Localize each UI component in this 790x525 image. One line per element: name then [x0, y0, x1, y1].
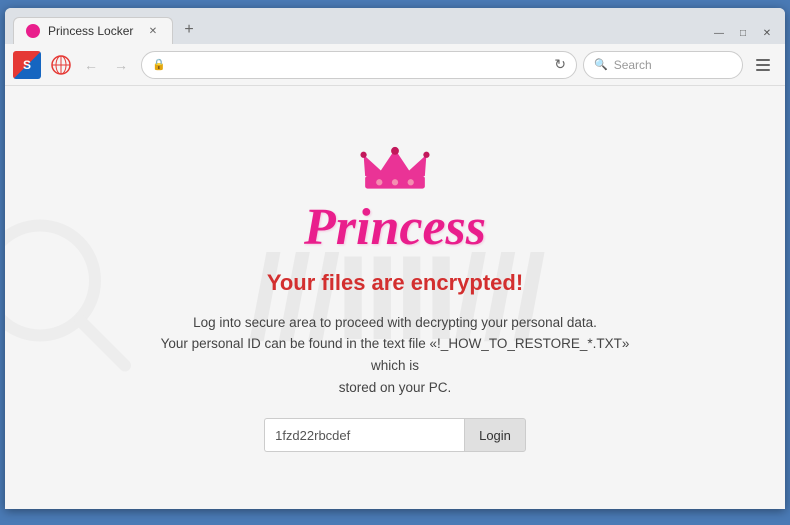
tab-title: Princess Locker	[48, 24, 133, 38]
browser-window: Princess Locker ✕ + — □ ✕ S ← →	[5, 8, 785, 509]
description-text: Log into secure area to proceed with dec…	[155, 312, 635, 398]
description-line3: stored on your PC.	[339, 380, 452, 395]
login-button[interactable]: Login	[464, 418, 526, 452]
logo-area: Princess	[155, 143, 635, 254]
tab-favicon	[26, 24, 40, 38]
window-controls: — □ ✕	[709, 26, 777, 40]
crown-icon	[355, 143, 435, 198]
globe-icon	[47, 51, 75, 79]
minimize-button[interactable]: —	[709, 26, 729, 40]
tab-close-button[interactable]: ✕	[146, 24, 160, 38]
browser-tab[interactable]: Princess Locker ✕	[13, 17, 173, 44]
menu-button[interactable]	[749, 51, 777, 79]
search-bar[interactable]: 🔍 Search	[583, 51, 743, 79]
nav-controls: ← →	[47, 51, 135, 79]
encrypted-heading: Your files are encrypted!	[155, 270, 635, 296]
page-content: ///IIII///	[5, 86, 785, 509]
magnifier-watermark	[5, 215, 135, 380]
hamburger-icon	[756, 59, 770, 71]
new-tab-button[interactable]: +	[177, 18, 201, 42]
main-content: Princess Your files are encrypted! Log i…	[135, 123, 655, 472]
close-button[interactable]: ✕	[757, 26, 777, 40]
forward-button[interactable]: →	[107, 51, 135, 79]
description-line2: Your personal ID can be found in the tex…	[161, 336, 630, 373]
title-bar: Princess Locker ✕ + — □ ✕	[5, 8, 785, 44]
back-button[interactable]: ←	[77, 51, 105, 79]
s-browser-icon: S	[13, 51, 41, 79]
address-bar[interactable]: 🔒 ↻	[141, 51, 577, 79]
princess-logo-text: Princess	[155, 202, 635, 254]
personal-id-input[interactable]	[264, 418, 464, 452]
search-icon: 🔍	[594, 58, 608, 71]
address-lock-icon: 🔒	[152, 58, 166, 71]
login-form: Login	[155, 418, 635, 452]
maximize-button[interactable]: □	[733, 26, 753, 40]
nav-bar: S ← → 🔒 ↻ 🔍 Search	[5, 44, 785, 86]
refresh-button[interactable]: ↻	[554, 56, 566, 73]
search-placeholder: Search	[614, 58, 652, 72]
description-line1: Log into secure area to proceed with dec…	[193, 315, 597, 330]
